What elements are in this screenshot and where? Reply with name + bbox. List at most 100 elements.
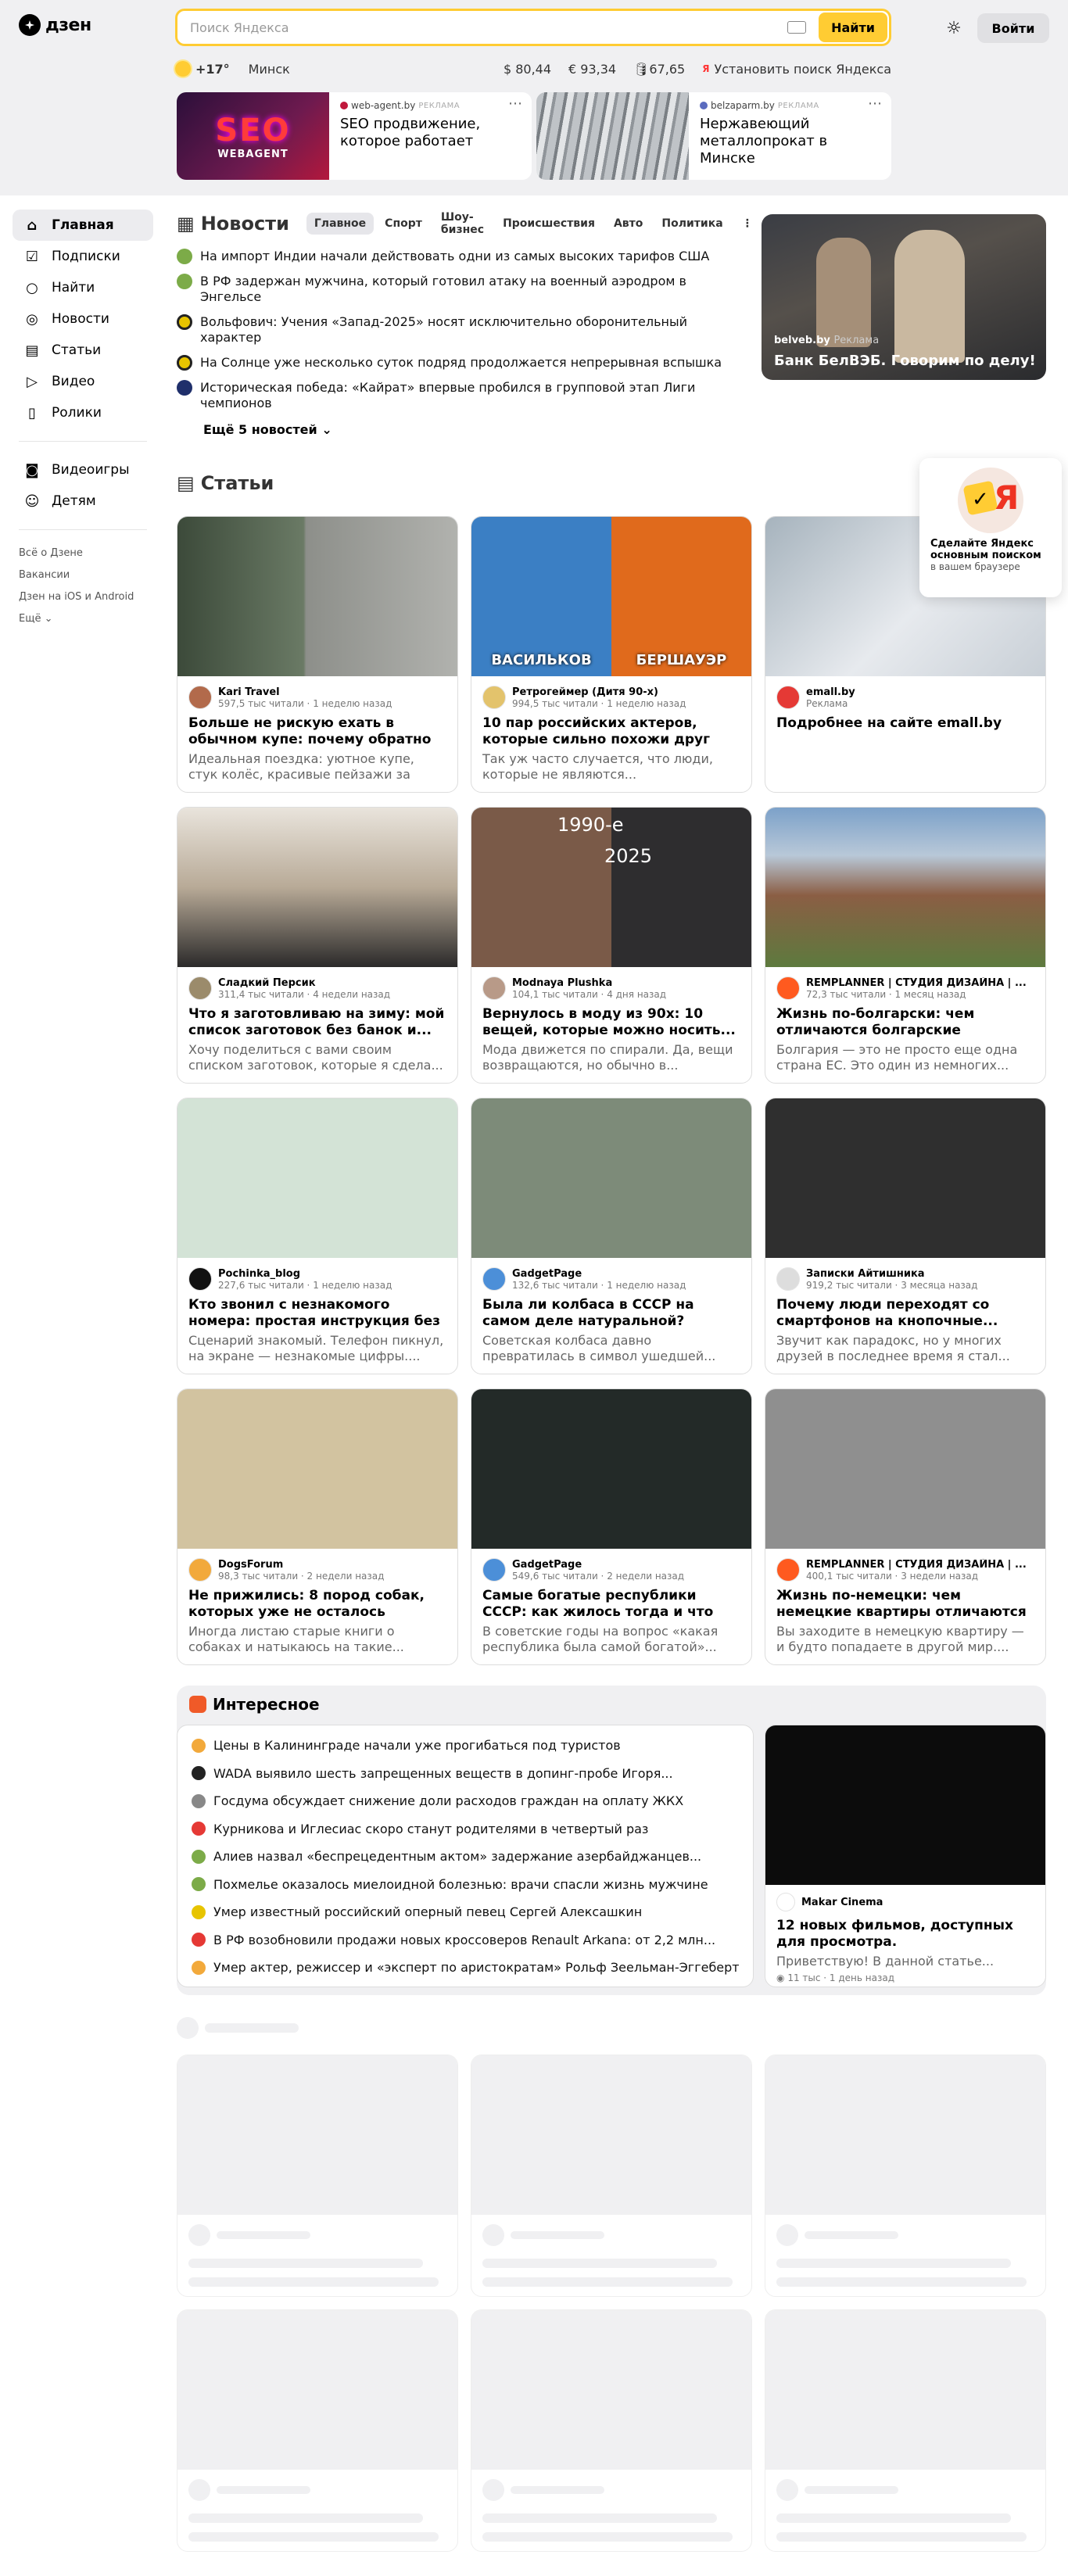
news-section: ▦ Новости Главное Спорт Шоу-бизнес Происш… [177, 210, 753, 437]
search-input[interactable] [177, 11, 788, 44]
author-name[interactable]: Makar Cinema [801, 1897, 883, 1908]
article-card[interactable]: GadgetPage 132,6 тыс читали · 1 неделю на… [471, 1098, 752, 1374]
theme-toggle-icon[interactable]: ☼ [943, 17, 965, 39]
more-link-label: Ещё [19, 613, 41, 625]
interesting-item[interactable]: WADA выявило шесть запрещенных веществ в… [192, 1760, 739, 1788]
about-link[interactable]: Всё о Дзене [13, 543, 153, 564]
article-card[interactable]: REMPLANNER | СТУДИЯ ДИЗАЙНА | ... 72,3 ты… [765, 807, 1046, 1084]
avatar[interactable] [776, 1558, 800, 1582]
articles-title[interactable]: Статьи [201, 472, 274, 494]
avatar[interactable] [776, 1267, 800, 1291]
author-name[interactable]: Записки Айтишника [806, 1268, 977, 1280]
author-name[interactable]: emall.by [806, 686, 855, 698]
avatar[interactable] [188, 1558, 212, 1582]
city[interactable]: Минск [249, 62, 290, 77]
author-name[interactable]: Ретрогеймер (Дитя 90-х) [512, 686, 686, 698]
tab-main[interactable]: Главное [306, 213, 375, 235]
source-icon [192, 1822, 206, 1836]
article-card[interactable]: Pochinka_blog 227,6 тыс читали · 1 неделю… [177, 1098, 458, 1374]
tab-sport[interactable]: Спорт [377, 213, 430, 235]
avatar[interactable] [188, 1267, 212, 1291]
sidebar-item-search[interactable]: ○ Найти [13, 272, 153, 303]
article-image [471, 1389, 751, 1549]
eur-rate[interactable]: € 93,34 [568, 62, 616, 77]
article-card[interactable]: Сладкий Персик 311,4 тыс читали · 4 недел… [177, 807, 458, 1084]
video-card[interactable]: Makar Cinema 12 новых фильмов, доступных… [765, 1725, 1046, 1987]
article-card[interactable]: Записки Айтишника 919,2 тыс читали · 3 ме… [765, 1098, 1046, 1374]
interesting-item[interactable]: Госдума обсуждает снижение доли расходов… [192, 1787, 739, 1815]
author-name[interactable]: Kari Travel [218, 686, 392, 698]
dzen-logo[interactable]: дзен [19, 14, 91, 36]
author-name[interactable]: REMPLANNER | СТУДИЯ ДИЗАЙНА | ... [806, 1559, 1027, 1571]
sidebar-item-video[interactable]: ▷ Видео [13, 366, 153, 397]
interesting-item[interactable]: Умер актер, режиссер и «эксперт по арист… [192, 1954, 739, 1982]
more-news-button[interactable]: Ещё 5 новостей ⌄ [203, 422, 747, 437]
article-card[interactable]: Kari Travel 597,5 тыс читали · 1 неделю н… [177, 516, 458, 793]
interesting-item[interactable]: Умер известный российский оперный певец … [192, 1898, 739, 1926]
sidebar-item-games[interactable]: ◙ Видеоигры [13, 454, 153, 485]
news-item[interactable]: На импорт Индии начали действовать одни … [177, 244, 747, 269]
install-search-link[interactable]: Я Установить поиск Яндекса [702, 62, 891, 77]
news-item[interactable]: Вольфович: Учения «Запад-2025» носят иск… [177, 310, 747, 350]
sidebar-item-home[interactable]: ⌂ Главная [13, 210, 153, 241]
avatar[interactable] [188, 686, 212, 709]
more-tabs-icon[interactable]: ⋮ [734, 213, 761, 235]
interesting-item[interactable]: В РФ возобновили продажи новых кроссовер… [192, 1926, 739, 1954]
sidebar-item-articles[interactable]: ▤ Статьи [13, 335, 153, 366]
ad-card[interactable]: SEO WEBAGENT web-agent.by РЕКЛАМА SEO про… [177, 92, 532, 180]
jobs-link[interactable]: Вакансии [13, 564, 153, 586]
avatar[interactable] [482, 976, 506, 1000]
more-link[interactable]: Ещё ⌄ [13, 608, 153, 630]
sidebar-item-kids[interactable]: ☺ Детям [13, 485, 153, 517]
apps-link[interactable]: Дзен на iOS и Android [13, 586, 153, 608]
avatar[interactable] [776, 686, 800, 709]
news-item[interactable]: Историческая победа: «Кайрат» впервые пр… [177, 375, 747, 416]
avatar[interactable] [482, 1267, 506, 1291]
author-name[interactable]: GadgetPage [512, 1559, 684, 1571]
article-card[interactable]: GadgetPage 549,6 тыс читали · 2 недели на… [471, 1388, 752, 1665]
tab-politics[interactable]: Политика [654, 213, 730, 235]
sidebar-item-news[interactable]: ◎ Новости [13, 303, 153, 335]
article-card[interactable]: 1990-е 2025 Modnaya Plushka 104,1 тыс читал… [471, 807, 752, 1084]
skeleton-card [471, 2309, 752, 2552]
news-title[interactable]: Новости [201, 213, 289, 235]
interesting-item[interactable]: Цены в Калининграде начали уже прогибать… [192, 1732, 739, 1760]
usd-rate[interactable]: $ 80,44 [504, 62, 551, 77]
interesting-title[interactable]: Интересное [213, 1695, 320, 1714]
yandex-promo-popup[interactable]: ✓ Я Сделайте Яндекс основным поиском в в… [919, 458, 1062, 597]
tab-showbiz[interactable]: Шоу-бизнес [433, 206, 492, 241]
article-meta: 400,1 тыс читали · 3 недели назад [806, 1570, 979, 1582]
interesting-item[interactable]: Похмелье оказалось миелоидной болезнью: … [192, 1871, 739, 1899]
article-card[interactable]: REMPLANNER | СТУДИЯ ДИЗАЙНА | ... 400,1 т… [765, 1388, 1046, 1665]
avatar[interactable] [776, 976, 800, 1000]
login-button[interactable]: Войти [977, 13, 1049, 43]
article-card[interactable]: DogsForum 98,3 тыс читали · 2 недели наза… [177, 1388, 458, 1665]
sidebar-item-shorts[interactable]: ▯ Ролики [13, 397, 153, 428]
article-card[interactable]: ВАСИЛЬКОВ БЕРШАУЭР Ретрогеймер (Дитя 90-х)… [471, 516, 752, 793]
sidebar-item-subscriptions[interactable]: ☑ Подписки [13, 241, 153, 272]
weather-widget[interactable]: +17° [175, 61, 230, 77]
author-name[interactable]: REMPLANNER | СТУДИЯ ДИЗАЙНА | ... [806, 977, 1027, 989]
interesting-item[interactable]: Курникова и Иглесиас скоро станут родите… [192, 1815, 739, 1843]
interesting-item[interactable]: Алиев назвал «беспрецедентным актом» зад… [192, 1843, 739, 1871]
source-icon [177, 314, 192, 330]
tab-incidents[interactable]: Происшествия [495, 213, 603, 235]
ad-banner-card[interactable]: belveb.by Реклама Банк БелВЭБ. Говорим п… [762, 214, 1046, 380]
author-name[interactable]: Сладкий Персик [218, 977, 390, 989]
avatar[interactable] [188, 976, 212, 1000]
tab-auto[interactable]: Авто [606, 213, 650, 235]
author-name[interactable]: Modnaya Plushka [512, 977, 666, 989]
more-icon[interactable]: ⋯ [868, 95, 882, 112]
keyboard-icon[interactable] [787, 21, 807, 34]
oil-rate[interactable]: 🛢67,65 [633, 62, 685, 77]
more-icon[interactable]: ⋯ [508, 95, 522, 112]
news-item[interactable]: В РФ задержан мужчина, который готовил а… [177, 269, 747, 310]
author-name[interactable]: GadgetPage [512, 1268, 686, 1280]
author-name[interactable]: DogsForum [218, 1559, 384, 1571]
news-item[interactable]: На Солнце уже несколько суток подряд про… [177, 350, 747, 375]
avatar[interactable] [482, 686, 506, 709]
find-button[interactable]: Найти [819, 13, 887, 42]
avatar[interactable] [482, 1558, 506, 1582]
author-name[interactable]: Pochinka_blog [218, 1268, 392, 1280]
ad-card[interactable]: belzaparm.by РЕКЛАМА Нержавеющий металлоп… [536, 92, 891, 180]
